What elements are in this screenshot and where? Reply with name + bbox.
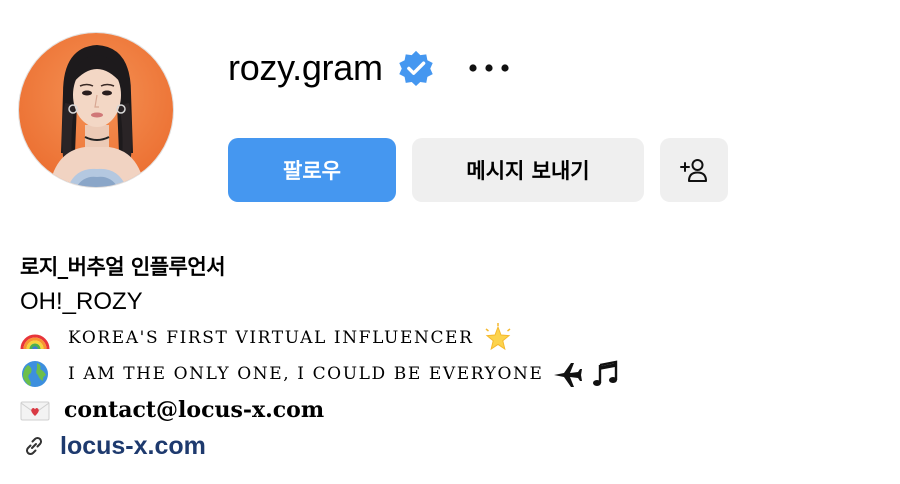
bio-handle: OH!_ROZY	[20, 288, 143, 315]
verified-badge-icon	[398, 50, 433, 87]
avatar[interactable]	[18, 32, 174, 188]
add-person-icon	[680, 159, 707, 182]
link-icon	[25, 436, 43, 456]
bio-tagline-2: I AM THE ONLY ONE, I COULD BE EVERYONE	[68, 364, 544, 384]
bio-line-1: KOREA'S FIRST VIRTUAL INFLUENCER	[20, 320, 880, 356]
display-name: 로지_버추얼 인플루언서	[20, 255, 226, 279]
music-notes-icon	[592, 360, 617, 386]
love-letter-icon	[20, 401, 50, 421]
bio-handle-line: OH!_ROZY	[20, 284, 880, 320]
bio-tagline-1: KOREA'S FIRST VIRTUAL INFLUENCER	[68, 328, 474, 348]
profile-header: rozy.gram 팔로우 메시지 보내기 로지_버추얼 인플루언서 OH!_R…	[0, 0, 900, 484]
external-link[interactable]: locus-x.com	[60, 432, 206, 461]
rainbow-icon	[20, 334, 50, 350]
bio-line-2: I AM THE ONLY ONE, I COULD BE EVERYONE	[20, 356, 880, 392]
follow-button[interactable]: 팔로우	[228, 138, 396, 202]
username[interactable]: rozy.gram	[228, 47, 383, 89]
bio-link-line: locus-x.com	[20, 428, 880, 464]
more-options-icon[interactable]	[467, 61, 511, 75]
add-person-button[interactable]	[660, 138, 728, 202]
username-row: rozy.gram	[228, 44, 511, 92]
bio: 로지_버추얼 인플루언서 OH!_ROZY KOREA'S FIRST VIRT…	[20, 248, 880, 464]
globe-icon	[22, 361, 48, 387]
bio-contact-line: contact@locus-x.com	[20, 392, 880, 428]
message-button[interactable]: 메시지 보내기	[412, 138, 644, 202]
airplane-icon	[553, 363, 582, 387]
contact-email[interactable]: contact@locus-x.com	[64, 397, 324, 423]
bio-name-line: 로지_버추얼 인플루언서	[20, 248, 880, 284]
glowing-star-icon	[486, 323, 511, 351]
